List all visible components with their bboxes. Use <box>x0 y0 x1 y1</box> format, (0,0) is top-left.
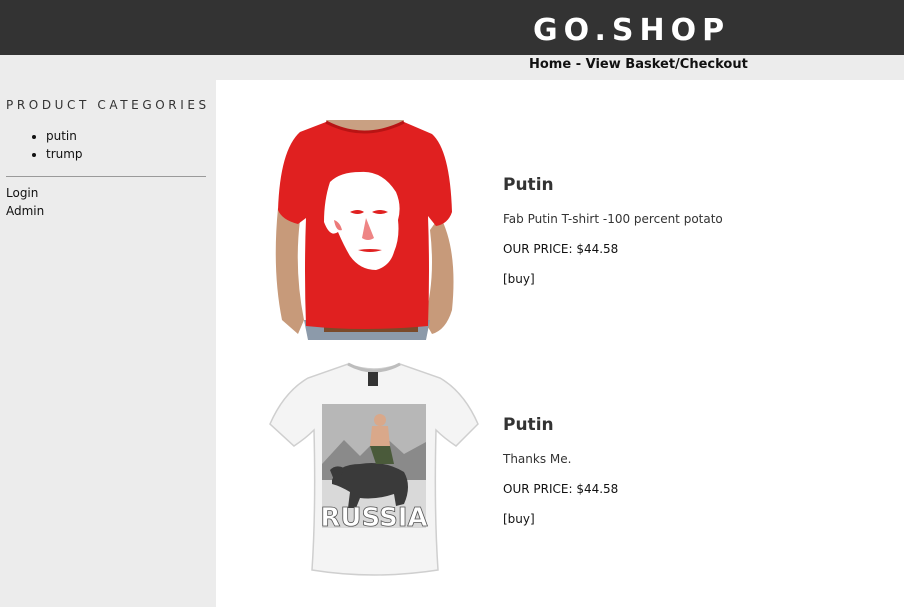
site-title: GO.SHOP <box>533 13 731 48</box>
nav-separator: - <box>571 57 586 72</box>
category-list: putin trump <box>0 127 83 163</box>
red-tshirt-putin-face-image[interactable] <box>264 120 484 340</box>
login-link[interactable]: Login <box>6 184 44 202</box>
shirt-print-text: RUSSIA <box>320 503 427 533</box>
product-price: OUR PRICE: $44.58 <box>503 482 619 496</box>
nav-links: Home - View Basket/Checkout <box>529 57 748 72</box>
admin-link[interactable]: Admin <box>6 202 44 220</box>
main-content: Putin Fab Putin T-shirt -100 percent pot… <box>216 80 904 607</box>
buy-link[interactable]: [buy] <box>503 272 535 286</box>
sidebar-divider <box>6 176 206 177</box>
sidebar: PRODUCT CATEGORIES putin trump Login Adm… <box>0 80 216 607</box>
nav-home-link[interactable]: Home <box>529 57 571 72</box>
product-price: OUR PRICE: $44.58 <box>503 242 619 256</box>
buy-link[interactable]: [buy] <box>503 512 535 526</box>
category-link-trump[interactable]: trump <box>46 147 83 161</box>
product-card: RUSSIA Putin Thanks Me. OUR PRICE: $44.5… <box>216 360 904 580</box>
white-tshirt-putin-bear-russia-image[interactable]: RUSSIA <box>264 360 484 580</box>
account-links: Login Admin <box>6 184 44 220</box>
category-link-putin[interactable]: putin <box>46 129 77 143</box>
category-item: putin <box>46 127 83 145</box>
product-card: Putin Fab Putin T-shirt -100 percent pot… <box>216 120 904 340</box>
product-name: Putin <box>503 415 554 435</box>
top-nav: Home - View Basket/Checkout <box>0 55 904 80</box>
categories-heading: PRODUCT CATEGORIES <box>6 98 210 112</box>
product-description: Fab Putin T-shirt -100 percent potato <box>503 212 723 226</box>
header-bar: GO.SHOP <box>0 0 904 55</box>
product-description: Thanks Me. <box>503 452 572 466</box>
category-item: trump <box>46 145 83 163</box>
nav-basket-link[interactable]: View Basket/Checkout <box>586 57 748 72</box>
product-name: Putin <box>503 175 554 195</box>
